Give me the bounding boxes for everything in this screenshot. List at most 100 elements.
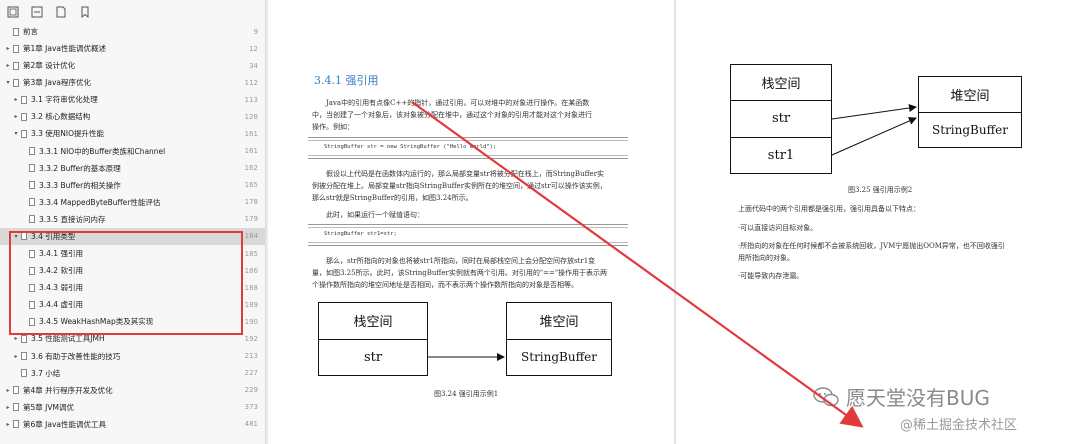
toc-item[interactable]: ▸ 第1章 Java性能调优概述 12 (0, 40, 265, 57)
grid-view-icon[interactable] (6, 5, 20, 19)
toc-item[interactable]: ▸ 第5章 JVM调优 373 (0, 399, 265, 416)
stack-var: str (319, 338, 427, 376)
toc-item-page: 165 (244, 181, 258, 190)
heap-box: 堆空间 StringBuffer (918, 76, 1022, 148)
toc-item-page: 188 (244, 283, 258, 292)
toc-item[interactable]: ▸ 3.1 字符串优化处理 113 (0, 91, 265, 108)
site-watermark: @稀土掘金技术社区 (900, 418, 1018, 433)
stack-box: 栈空间 str str1 (730, 64, 832, 174)
toc-item[interactable]: 3.3.5 直接访问内存 179 (0, 211, 265, 228)
bookmark-icon[interactable] (78, 5, 92, 19)
figure-caption: 图3.25 强引用示例2 (848, 186, 913, 194)
toc-item[interactable]: ▸ 第4章 并行程序开发及优化 229 (0, 382, 265, 399)
page-icon (13, 78, 19, 87)
toc-item-page: 186 (244, 266, 258, 275)
toc-item-page: 162 (244, 164, 258, 173)
paragraph-line: 上面代码中的两个引用都是强引用，强引用具备以下特点： (738, 205, 920, 213)
page-icon (29, 181, 35, 190)
toc-item[interactable]: 3.3.2 Buffer的基本原理 162 (0, 160, 265, 177)
toc-item-label: 3.3 使用NIO提升性能 (31, 129, 105, 139)
chevron-down-icon[interactable]: ▾ (4, 79, 12, 86)
wechat-watermark-text: 愿天堂没有BUG (846, 386, 990, 410)
toc-item[interactable]: ▸ 3.2 核心数据结构 128 (0, 108, 265, 125)
page-icon (21, 352, 27, 361)
pdf-page-right: 栈空间 str str1 堆空间 StringBuffer 图3.25 强引用示… (676, 0, 1080, 444)
chevron-right-icon[interactable]: ▸ (12, 335, 20, 342)
sidebar-toolbar (0, 0, 265, 24)
toc-item[interactable]: ▸ 3.6 有助于改善性能的技巧 213 (0, 348, 265, 365)
toc-item-label: 3.3.4 MappedByteBuffer性能评估 (39, 197, 161, 207)
paragraph-line: 那么，str所指向的对象也将被str1所指向，同时在局部栈空间上会分配空间存放s… (326, 257, 596, 265)
collapse-icon[interactable] (30, 5, 44, 19)
chevron-right-icon[interactable]: ▸ (4, 421, 12, 428)
toc-item[interactable]: 3.3.3 Buffer的相关操作 165 (0, 177, 265, 194)
chevron-right-icon[interactable]: ▸ (4, 45, 12, 52)
toc-item-label: 3.6 有助于改善性能的技巧 (31, 351, 121, 361)
chevron-right-icon[interactable]: ▸ (12, 96, 20, 103)
heap-box: 堆空间 StringBuffer (506, 302, 612, 376)
chevron-down-icon[interactable]: ▾ (12, 130, 20, 137)
toc-item-page: 179 (244, 215, 258, 224)
toc-item-page: 9 (253, 27, 258, 36)
toc-item-label: 3.3.2 Buffer的基本原理 (39, 163, 121, 173)
toc-item-label: 3.7 小结 (31, 368, 61, 378)
stack-title: 栈空间 (353, 315, 393, 331)
toc-item[interactable]: 3.3.1 NIO中的Buffer类族和Channel 161 (0, 143, 265, 160)
chevron-right-icon[interactable]: ▸ (12, 113, 20, 120)
toc-item[interactable]: ▾ 3.3 使用NIO提升性能 161 (0, 125, 265, 142)
annotation-highlight-box (9, 231, 243, 335)
code-text: StringBuffer str = new StringBuffer ("He… (324, 144, 497, 150)
toc-item[interactable]: ▾ 第3章 Java程序优化 112 (0, 74, 265, 91)
heap-title: 堆空间 (539, 315, 579, 331)
toc-item-page: 184 (244, 232, 258, 241)
toc-item[interactable]: ▸ 第2章 设计优化 34 (0, 57, 265, 74)
heap-title: 堆空间 (950, 88, 990, 104)
toc-item-label: 第2章 设计优化 (23, 61, 76, 71)
toc-item[interactable]: 前言 9 (0, 23, 265, 40)
bullet-line: ·可能导致内存泄漏。 (738, 272, 804, 280)
toc-item-page: 113 (244, 95, 258, 104)
toc-item-page: 112 (244, 78, 258, 87)
figure-caption: 图3.24 强引用示例1 (434, 390, 499, 398)
pdf-reader-window: 前言 9 ▸ 第1章 Java性能调优概述 12 ▸ 第2章 设计优化 34 ▾ 第3章 Java… (0, 0, 1080, 444)
toc-item-page: 34 (249, 61, 258, 70)
chevron-right-icon[interactable]: ▸ (12, 353, 20, 360)
toc-item-page: 227 (244, 369, 258, 378)
toc-item-label: 第6章 Java性能调优工具 (23, 419, 106, 429)
toc-item-page: 192 (244, 334, 258, 343)
chevron-right-icon[interactable]: ▸ (4, 404, 12, 411)
paragraph-line: 此时，如果运行一个赋值语句： (326, 211, 424, 219)
section-title: 3.4.1 强引用 (314, 74, 379, 87)
paragraph-line: 个操作数所指向的堆空间地址是否相同，而不表示两个操作数所指向的对象是否相等。 (312, 281, 578, 289)
paragraph-line: 假设以上代码是在函数体内运行的，那么局部变量str将被分配在栈上，而String… (326, 170, 605, 178)
chevron-right-icon[interactable]: ▸ (4, 387, 12, 394)
paragraph-line: 那么str就是StringBuffer的引用，如图3.24所示。 (312, 194, 473, 202)
paragraph-line: 量，如图3.25所示。此时，该StringBuffer实例就有两个引用。对引用的… (312, 269, 608, 277)
chevron-right-icon[interactable]: ▸ (4, 62, 12, 69)
file-icon[interactable] (54, 5, 68, 19)
toc-item[interactable]: 3.3.4 MappedByteBuffer性能评估 178 (0, 194, 265, 211)
toc-item-page: 128 (244, 112, 258, 121)
toc-item-page: 161 (244, 147, 258, 156)
code-text: StringBuffer str1=str; (324, 231, 397, 237)
toc-item[interactable]: ▸ 第6章 Java性能调优工具 481 (0, 416, 265, 433)
toc-item-label: 第3章 Java程序优化 (23, 78, 91, 88)
toc-item-page: 481 (244, 420, 258, 429)
pdf-page-left: 3.4.1 强引用 Java中的引用有点像C++的指针，通过引用，可以对堆中的对… (268, 0, 674, 444)
toc-item-label: 第1章 Java性能调优概述 (23, 44, 106, 54)
toc-item-page: 213 (244, 352, 258, 361)
toc-item-page: 373 (244, 403, 258, 412)
toc-item-page: 185 (244, 249, 258, 258)
page-icon (21, 334, 27, 343)
toc-item-label: 3.2 核心数据结构 (31, 112, 91, 122)
wechat-watermark: 愿天堂没有BUG (812, 382, 990, 411)
toc-item[interactable]: 3.7 小结 227 (0, 365, 265, 382)
stack-var-str: str (731, 100, 831, 136)
toc-item-page: 161 (244, 129, 258, 138)
stack-title: 栈空间 (761, 77, 801, 93)
toc-item-label: 3.3.1 NIO中的Buffer类族和Channel (39, 146, 166, 156)
page-icon (21, 95, 27, 104)
page-icon (13, 403, 19, 412)
page-icon (21, 129, 27, 138)
page-icon (13, 386, 19, 395)
